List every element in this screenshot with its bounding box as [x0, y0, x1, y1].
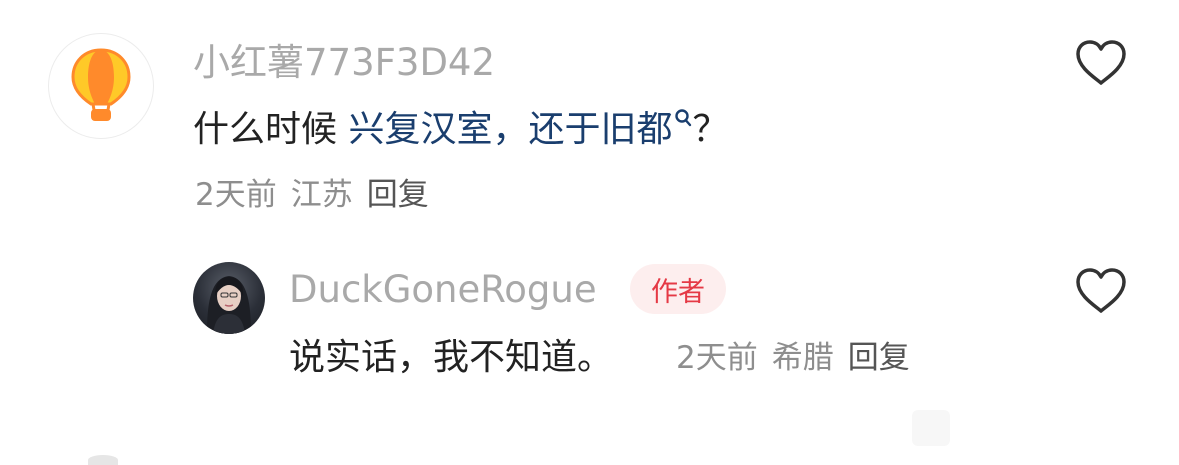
comment-meta: 2天前 江苏 回复: [195, 180, 429, 211]
comment-username[interactable]: 小红薯773F3D42: [193, 44, 495, 81]
reply-meta: 2天前 希腊 回复: [676, 343, 910, 374]
image-placeholder-icon: [912, 410, 950, 446]
reply-reply-button[interactable]: 回复: [848, 340, 910, 376]
reply-location: 希腊: [771, 340, 834, 376]
comment-text: 什么时候 兴复汉室，还于旧都 ？: [193, 109, 729, 150]
comment-link-2[interactable]: 还于旧都: [528, 109, 672, 150]
comment-text-suffix: ？: [692, 109, 729, 150]
comment-link-1[interactable]: 兴复汉室，: [348, 109, 528, 150]
reply-username[interactable]: DuckGoneRogue: [289, 271, 597, 308]
reply-time: 2天前: [676, 340, 758, 376]
user-photo-icon: [207, 276, 251, 334]
avatar[interactable]: [48, 33, 154, 139]
reply-avatar[interactable]: [193, 262, 265, 334]
heart-outline-icon[interactable]: [1074, 266, 1128, 316]
reply-text: 说实话，我不知道。: [289, 337, 614, 378]
author-badge: 作者: [630, 264, 726, 314]
hot-air-balloon-icon: [71, 48, 131, 121]
heart-outline-icon[interactable]: [1074, 38, 1128, 88]
next-avatar-edge: [88, 455, 118, 465]
comment-text-prefix: 什么时候: [193, 109, 349, 150]
search-icon: [675, 109, 692, 127]
comment-location: 江苏: [290, 177, 353, 213]
reply-button[interactable]: 回复: [367, 177, 429, 213]
comment-time: 2天前: [195, 177, 277, 213]
